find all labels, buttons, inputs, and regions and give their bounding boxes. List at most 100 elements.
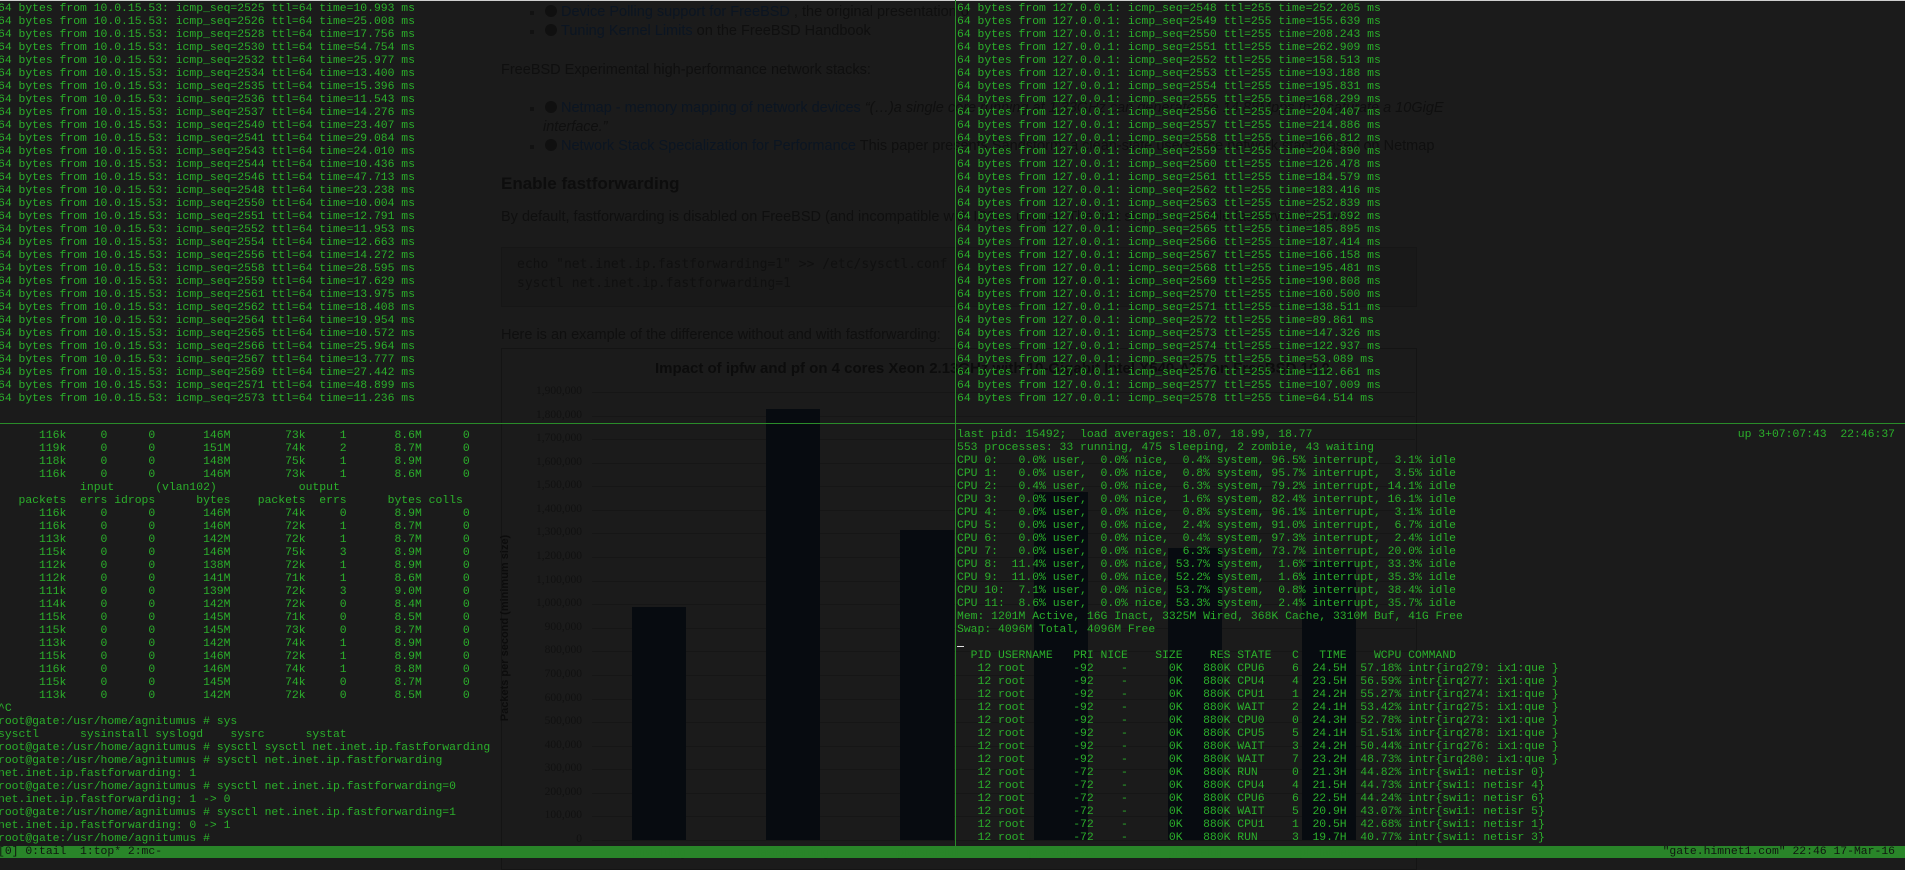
process-row: 12 root -92 - 0K 880K CPU0 0 24.3H 52.78… bbox=[957, 715, 1559, 727]
text-cursor bbox=[957, 646, 964, 647]
ping-line: 64 bytes from 127.0.0.1: icmp_seq=2565 t… bbox=[957, 224, 1381, 236]
pane-ping-10-0-15-53[interactable]: 64 bytes from 10.0.15.53: icmp_seq=2525 … bbox=[0, 3, 955, 422]
top-summary-line: CPU 10: 7.1% user, 0.0% nice, 53.7% syst… bbox=[957, 585, 1456, 597]
shell-line: 115k 0 0 145M 71k 0 8.5M 0 bbox=[0, 612, 470, 624]
shell-line: 116k 0 0 146M 74k 0 8.9M 0 bbox=[0, 508, 470, 520]
ping-line: 64 bytes from 127.0.0.1: icmp_seq=2549 t… bbox=[957, 16, 1381, 28]
ping-line: 64 bytes from 127.0.0.1: icmp_seq=2577 t… bbox=[957, 380, 1381, 392]
ping-line: 64 bytes from 127.0.0.1: icmp_seq=2562 t… bbox=[957, 185, 1381, 197]
host-and-time: "gate.himnet1.com" 22:46 17-Mar-16 bbox=[1662, 846, 1895, 858]
ping-line: 64 bytes from 127.0.0.1: icmp_seq=2556 t… bbox=[957, 107, 1381, 119]
ping-line: 64 bytes from 127.0.0.1: icmp_seq=2569 t… bbox=[957, 276, 1381, 288]
ping-line: 64 bytes from 10.0.15.53: icmp_seq=2562 … bbox=[0, 302, 415, 314]
shell-line: 112k 0 0 138M 72k 1 8.9M 0 bbox=[0, 560, 470, 572]
shell-line: net.inet.ip.fastforwarding: 0 -> 1 bbox=[0, 820, 231, 832]
shell-line: root@gate:/usr/home/agnitumus # sysctl n… bbox=[0, 781, 456, 793]
shell-line: packets errs idrops bytes packets errs b… bbox=[0, 495, 463, 507]
ping-line: 64 bytes from 127.0.0.1: icmp_seq=2570 t… bbox=[957, 289, 1381, 301]
top-summary-line: CPU 2: 0.4% user, 0.0% nice, 6.3% system… bbox=[957, 481, 1456, 493]
ping-line: 64 bytes from 10.0.15.53: icmp_seq=2559 … bbox=[0, 276, 415, 288]
shell-line: 113k 0 0 142M 72k 1 8.7M 0 bbox=[0, 534, 470, 546]
process-table-header: PID USERNAME PRI NICE SIZE RES STATE C T… bbox=[957, 650, 1456, 662]
shell-line: 113k 0 0 142M 72k 0 8.5M 0 bbox=[0, 690, 470, 702]
ping-line: 64 bytes from 10.0.15.53: icmp_seq=2565 … bbox=[0, 328, 415, 340]
ping-line: 64 bytes from 10.0.15.53: icmp_seq=2564 … bbox=[0, 315, 415, 327]
ping-line: 64 bytes from 10.0.15.53: icmp_seq=2535 … bbox=[0, 81, 415, 93]
ping-line: 64 bytes from 10.0.15.53: icmp_seq=2569 … bbox=[0, 367, 415, 379]
ping-line: 64 bytes from 10.0.15.53: icmp_seq=2558 … bbox=[0, 263, 415, 275]
ping-line: 64 bytes from 10.0.15.53: icmp_seq=2541 … bbox=[0, 133, 415, 145]
shell-line: ^C bbox=[0, 703, 12, 715]
pane-shell-netstat[interactable]: 116k 0 0 146M 73k 1 8.6M 0 119k 0 0 151M… bbox=[0, 430, 955, 846]
ping-line: 64 bytes from 127.0.0.1: icmp_seq=2559 t… bbox=[957, 146, 1381, 158]
shell-line: net.inet.ip.fastforwarding: 1 bbox=[0, 768, 197, 780]
process-row: 12 root -92 - 0K 880K WAIT 3 24.2H 50.44… bbox=[957, 741, 1559, 753]
pane-divider-horizontal[interactable] bbox=[0, 423, 1905, 424]
uptime-clock: up 3+07:07:43 22:46:37 bbox=[1737, 429, 1895, 441]
ping-line: 64 bytes from 127.0.0.1: icmp_seq=2575 t… bbox=[957, 354, 1374, 366]
top-summary-line: CPU 9: 11.0% user, 0.0% nice, 52.2% syst… bbox=[957, 572, 1456, 584]
shell-line: root@gate:/usr/home/agnitumus # sysctl n… bbox=[0, 807, 456, 819]
window-top-edge bbox=[0, 0, 1905, 1]
ping-line: 64 bytes from 127.0.0.1: icmp_seq=2576 t… bbox=[957, 367, 1381, 379]
top-summary-line: CPU 6: 0.0% user, 0.0% nice, 0.4% system… bbox=[957, 533, 1456, 545]
ping-line: 64 bytes from 127.0.0.1: icmp_seq=2571 t… bbox=[957, 302, 1381, 314]
ping-line: 64 bytes from 10.0.15.53: icmp_seq=2537 … bbox=[0, 107, 415, 119]
ping-line: 64 bytes from 127.0.0.1: icmp_seq=2564 t… bbox=[957, 211, 1381, 223]
top-summary-line: CPU 1: 0.0% user, 0.0% nice, 0.8% system… bbox=[957, 468, 1456, 480]
process-row: 12 root -92 - 0K 880K WAIT 2 24.1H 53.42… bbox=[957, 702, 1559, 714]
ping-line: 64 bytes from 10.0.15.53: icmp_seq=2573 … bbox=[0, 393, 415, 405]
ping-line: 64 bytes from 10.0.15.53: icmp_seq=2530 … bbox=[0, 42, 415, 54]
shell-line: 116k 0 0 146M 72k 1 8.7M 0 bbox=[0, 521, 470, 533]
window-list[interactable]: [0] 0:tail 1:top* 2:mc- bbox=[0, 846, 162, 858]
ping-line: 64 bytes from 10.0.15.53: icmp_seq=2552 … bbox=[0, 224, 415, 236]
process-row: 12 root -92 - 0K 880K CPU4 4 23.5H 56.59… bbox=[957, 676, 1559, 688]
ping-line: 64 bytes from 10.0.15.53: icmp_seq=2561 … bbox=[0, 289, 415, 301]
top-summary-line: CPU 8: 11.4% user, 0.0% nice, 53.7% syst… bbox=[957, 559, 1456, 571]
top-summary-line: CPU 5: 0.0% user, 0.0% nice, 2.4% system… bbox=[957, 520, 1456, 532]
ping-line: 64 bytes from 127.0.0.1: icmp_seq=2555 t… bbox=[957, 94, 1381, 106]
ping-line: 64 bytes from 127.0.0.1: icmp_seq=2561 t… bbox=[957, 172, 1381, 184]
pane-ping-localhost[interactable]: 64 bytes from 127.0.0.1: icmp_seq=2548 t… bbox=[957, 3, 1905, 422]
ping-line: 64 bytes from 127.0.0.1: icmp_seq=2566 t… bbox=[957, 237, 1381, 249]
ping-line: 64 bytes from 10.0.15.53: icmp_seq=2543 … bbox=[0, 146, 415, 158]
shell-line: net.inet.ip.fastforwarding: 1 -> 0 bbox=[0, 794, 231, 806]
ping-line: 64 bytes from 10.0.15.53: icmp_seq=2556 … bbox=[0, 250, 415, 262]
process-row: 12 root -72 - 0K 880K CPU6 6 22.5H 44.24… bbox=[957, 793, 1545, 805]
ping-line: 64 bytes from 10.0.15.53: icmp_seq=2536 … bbox=[0, 94, 415, 106]
pane-top[interactable]: up 3+07:07:43 22:46:37 last pid: 15492; … bbox=[957, 429, 1905, 846]
shell-line: 113k 0 0 142M 74k 1 8.9M 0 bbox=[0, 638, 470, 650]
shell-line: 116k 0 0 146M 73k 1 8.6M 0 bbox=[0, 430, 470, 442]
top-summary-line: 553 processes: 33 running, 475 sleeping,… bbox=[957, 442, 1374, 454]
ping-line: 64 bytes from 127.0.0.1: icmp_seq=2553 t… bbox=[957, 68, 1381, 80]
process-row: 12 root -92 - 0K 880K CPU5 5 24.1H 51.51… bbox=[957, 728, 1559, 740]
top-summary-line: Swap: 4096M Total, 4096M Free bbox=[957, 624, 1156, 636]
shell-line: 118k 0 0 148M 75k 1 8.9M 0 bbox=[0, 456, 470, 468]
ping-line: 64 bytes from 127.0.0.1: icmp_seq=2563 t… bbox=[957, 198, 1381, 210]
ping-line: 64 bytes from 127.0.0.1: icmp_seq=2550 t… bbox=[957, 29, 1381, 41]
top-summary-line: CPU 3: 0.0% user, 0.0% nice, 1.6% system… bbox=[957, 494, 1456, 506]
process-row: 12 root -92 - 0K 880K CPU6 6 24.5H 57.18… bbox=[957, 663, 1559, 675]
ping-line: 64 bytes from 127.0.0.1: icmp_seq=2557 t… bbox=[957, 120, 1381, 132]
shell-line: 119k 0 0 151M 74k 2 8.7M 0 bbox=[0, 443, 470, 455]
shell-line: root@gate:/usr/home/agnitumus # sysctl n… bbox=[0, 755, 443, 767]
tmux-status-bar: [0] 0:tail 1:top* 2:mc- "gate.himnet1.co… bbox=[0, 846, 1905, 858]
shell-line: sysctl sysinstall syslogd sysrc systat bbox=[0, 729, 347, 741]
cursor-line bbox=[957, 637, 1905, 650]
top-summary-line: CPU 7: 0.0% user, 0.0% nice, 6.3% system… bbox=[957, 546, 1456, 558]
ping-line: 64 bytes from 10.0.15.53: icmp_seq=2548 … bbox=[0, 185, 415, 197]
ping-line: 64 bytes from 127.0.0.1: icmp_seq=2552 t… bbox=[957, 55, 1381, 67]
ping-line: 64 bytes from 10.0.15.53: icmp_seq=2571 … bbox=[0, 380, 415, 392]
shell-line: root@gate:/usr/home/agnitumus # sysctl s… bbox=[0, 742, 491, 754]
ping-line: 64 bytes from 10.0.15.53: icmp_seq=2550 … bbox=[0, 198, 415, 210]
ping-line: 64 bytes from 10.0.15.53: icmp_seq=2528 … bbox=[0, 29, 415, 41]
ping-line: 64 bytes from 127.0.0.1: icmp_seq=2573 t… bbox=[957, 328, 1381, 340]
shell-line: 112k 0 0 141M 71k 1 8.6M 0 bbox=[0, 573, 470, 585]
shell-line: root@gate:/usr/home/agnitumus # bbox=[0, 833, 217, 845]
process-row: 12 root -92 - 0K 880K CPU1 1 24.2H 55.27… bbox=[957, 689, 1559, 701]
top-summary-line: CPU 11: 8.6% user, 0.0% nice, 53.3% syst… bbox=[957, 598, 1456, 610]
ping-line: 64 bytes from 127.0.0.1: icmp_seq=2554 t… bbox=[957, 81, 1381, 93]
process-row: 12 root -72 - 0K 880K RUN 3 19.7H 40.77%… bbox=[957, 832, 1545, 844]
ping-line: 64 bytes from 10.0.15.53: icmp_seq=2567 … bbox=[0, 354, 415, 366]
shell-line: 115k 0 0 146M 72k 1 8.9M 0 bbox=[0, 651, 470, 663]
